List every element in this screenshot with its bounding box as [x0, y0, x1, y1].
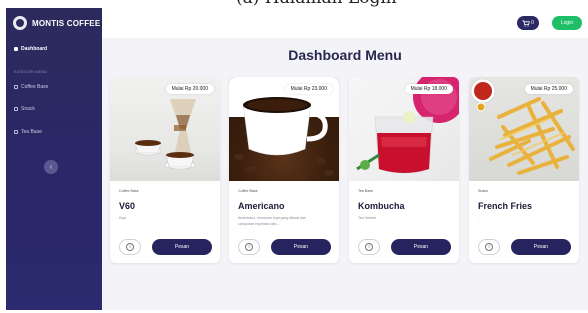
cart-button[interactable]: 0 — [517, 16, 539, 30]
info-button[interactable]: i — [119, 239, 141, 255]
price-badge: Mulai Rp 18.000 — [404, 84, 453, 94]
info-icon: i — [245, 243, 253, 251]
sidebar-item-label: Tea Base — [21, 129, 42, 135]
product-image-french-fries: Mulai Rp 25.000 — [469, 77, 579, 181]
snack-icon — [14, 107, 18, 111]
order-button[interactable]: Pesan — [271, 239, 331, 255]
order-button[interactable]: Pesan — [511, 239, 571, 255]
sidebar-item-tea-base[interactable]: Tea Base — [14, 129, 42, 135]
product-image-kombucha: Mulai Rp 18.000 — [349, 77, 459, 181]
product-name: Americano — [238, 201, 285, 211]
product-image-v60: Mulai Rp 20.000 — [110, 77, 220, 181]
sidebar-section-heading: KATEGORI MENU — [14, 70, 48, 74]
price-badge: Mulai Rp 23.000 — [284, 84, 333, 94]
product-description: Kopi — [119, 216, 127, 220]
info-icon: i — [365, 243, 373, 251]
caption-strip: (a) Halaman Login — [0, 0, 588, 8]
grid-icon — [14, 47, 18, 51]
sidebar-item-label: Coffee Base — [21, 84, 49, 90]
coffee-icon — [14, 85, 18, 89]
page-title: Dashboard Menu — [288, 47, 402, 63]
product-name: French Fries — [478, 201, 533, 211]
product-card: Mulai Rp 25.000 Snack French Fries - i P… — [469, 77, 579, 263]
sidebar-item-dashboard[interactable]: Dashboard — [14, 46, 47, 52]
chevron-left-icon: ‹ — [49, 163, 53, 171]
order-button[interactable]: Pesan — [152, 239, 212, 255]
brand[interactable]: MONTIS COFFEE — [13, 15, 100, 31]
cart-count-badge: 0 — [531, 20, 534, 26]
info-icon: i — [485, 243, 493, 251]
tea-icon — [14, 130, 18, 134]
sidebar-item-snack[interactable]: Snack — [14, 106, 35, 112]
info-button[interactable]: i — [238, 239, 260, 255]
figure-caption: (a) Halaman Login — [236, 0, 397, 8]
product-image-americano: Mulai Rp 23.000 — [229, 77, 339, 181]
sidebar: MONTIS COFFEE Dashboard KATEGORI MENU Co… — [6, 8, 102, 310]
page: (a) Halaman Login MONTIS COFFEE Dashboar… — [0, 0, 588, 313]
product-name: Kombucha — [358, 201, 405, 211]
price-badge: Mulai Rp 20.000 — [165, 84, 214, 94]
sidebar-item-label: Dashboard — [21, 46, 48, 52]
price-badge: Mulai Rp 25.000 — [524, 84, 573, 94]
brand-name: MONTIS COFFEE — [32, 18, 101, 28]
product-description: Americano, minuman kopi yang dibuat dari… — [238, 216, 307, 226]
product-category: Snack — [478, 189, 488, 193]
info-button[interactable]: i — [478, 239, 500, 255]
cart-icon — [522, 19, 531, 27]
product-description: Tea Variant — [358, 216, 376, 220]
main-content: Dashboard Menu Mulai Rp 20.000 Coffee Ba… — [102, 38, 588, 310]
product-name: V60 — [119, 201, 136, 211]
sidebar-collapse-button[interactable]: ‹ — [44, 160, 58, 174]
product-category: Coffee Base — [238, 189, 258, 193]
login-button[interactable]: Login — [552, 16, 582, 30]
order-button[interactable]: Pesan — [391, 239, 451, 255]
product-category: Tea Base — [358, 189, 373, 193]
sidebar-item-label: Snack — [21, 106, 35, 112]
product-card: Mulai Rp 18.000 Tea Base Kombucha Tea Va… — [349, 77, 459, 263]
info-button[interactable]: i — [358, 239, 380, 255]
top-header: 0 Login — [102, 8, 588, 38]
info-icon: i — [126, 243, 134, 251]
brand-logo-icon — [13, 16, 27, 30]
product-card: Mulai Rp 23.000 Coffee Base Americano Am… — [229, 77, 339, 263]
product-description: - — [478, 216, 480, 220]
product-category: Coffee Base — [119, 189, 139, 193]
product-card: Mulai Rp 20.000 Coffee Base V60 Kopi i P… — [110, 77, 220, 263]
sidebar-item-coffee-base[interactable]: Coffee Base — [14, 84, 48, 90]
